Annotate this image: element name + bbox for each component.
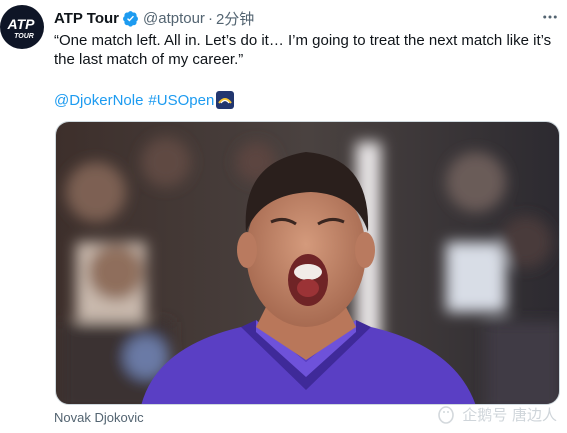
avatar-text-top: ATP (7, 16, 36, 32)
penguin-logo-icon (438, 406, 455, 424)
usopen-flag-icon (216, 91, 235, 109)
player-photo-illustration (56, 122, 559, 404)
avatar[interactable]: ATP TOUR (0, 5, 44, 49)
account-handle[interactable]: @atptour (143, 10, 205, 27)
account-name[interactable]: ATP Tour (54, 10, 119, 27)
tweet-text: “One match left. All in. Let’s do it… I’… (54, 32, 552, 68)
photo-caption: Novak Djokovic (54, 410, 144, 425)
watermark-text: 企鹅号 唐边人 (462, 405, 557, 424)
more-options-icon (543, 15, 557, 19)
tweet-photo[interactable] (55, 121, 560, 405)
verified-badge-icon (122, 10, 139, 27)
more-options-button[interactable] (539, 6, 561, 28)
tweet-header: ATP Tour @atptour · 2分钟 (54, 8, 567, 28)
hashtag-link[interactable]: #USOpen (148, 92, 214, 109)
tweet-tags: @DjokerNole #USOpen (54, 90, 235, 110)
mention-link[interactable]: @DjokerNole (54, 92, 143, 109)
watermark: 企鹅号 唐边人 (436, 403, 557, 425)
atp-logo-icon: ATP TOUR (7, 16, 36, 40)
tweet-timestamp[interactable]: 2分钟 (216, 8, 254, 29)
header-separator: · (207, 9, 213, 27)
avatar-text-bottom: TOUR (14, 33, 34, 40)
